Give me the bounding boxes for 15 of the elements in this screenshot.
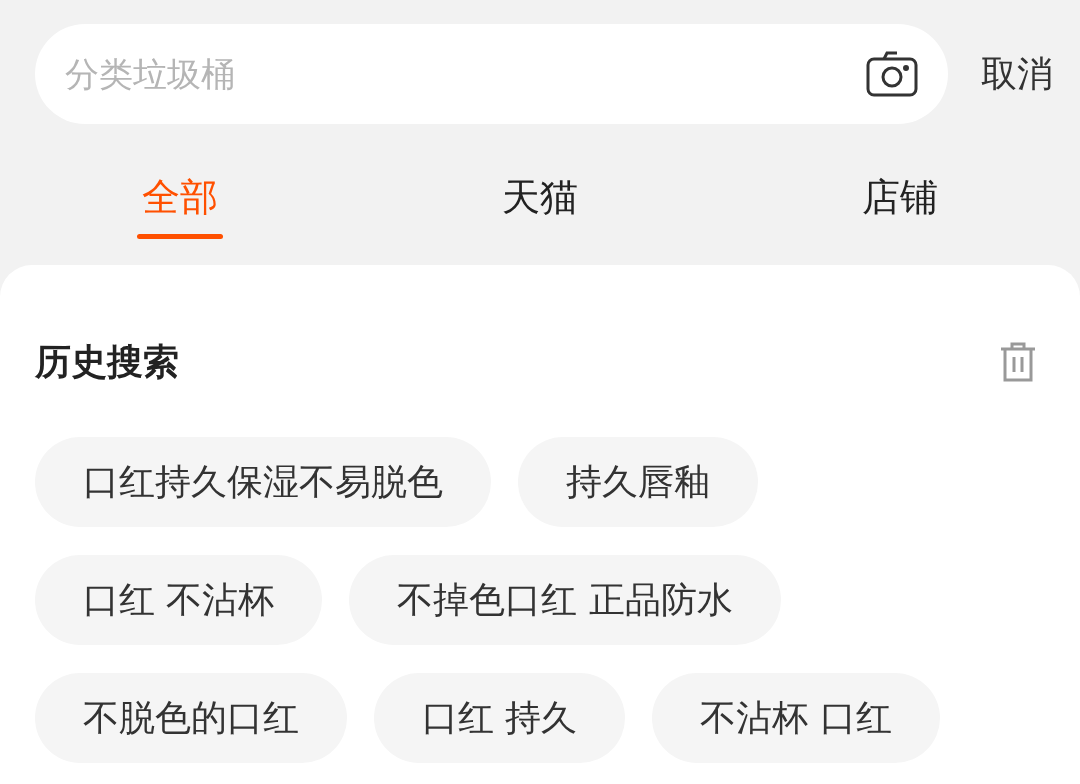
tab[interactable]: 店铺	[720, 124, 1080, 265]
history-chip[interactable]: 口红 不沾杯	[35, 555, 323, 645]
camera-icon[interactable]	[866, 51, 918, 97]
search-field[interactable]: 分类垃圾桶	[35, 24, 948, 124]
history-chip[interactable]: 口红持久保湿不易脱色	[35, 437, 491, 527]
cancel-button[interactable]: 取消	[981, 47, 1053, 101]
trash-icon[interactable]	[999, 341, 1037, 383]
section-title: 历史搜索	[35, 340, 179, 384]
history-chip[interactable]: 持久唇釉	[518, 437, 758, 527]
search-input[interactable]: 分类垃圾桶	[65, 48, 866, 100]
history-chip[interactable]: 不沾杯 口红	[652, 673, 940, 763]
history-chip[interactable]: 不掉色口红 正品防水	[349, 555, 781, 645]
tab[interactable]: 天猫	[360, 124, 720, 265]
history-chip[interactable]: 口红 持久	[374, 673, 626, 763]
history-chip[interactable]: 不脱色的口红	[35, 673, 347, 763]
